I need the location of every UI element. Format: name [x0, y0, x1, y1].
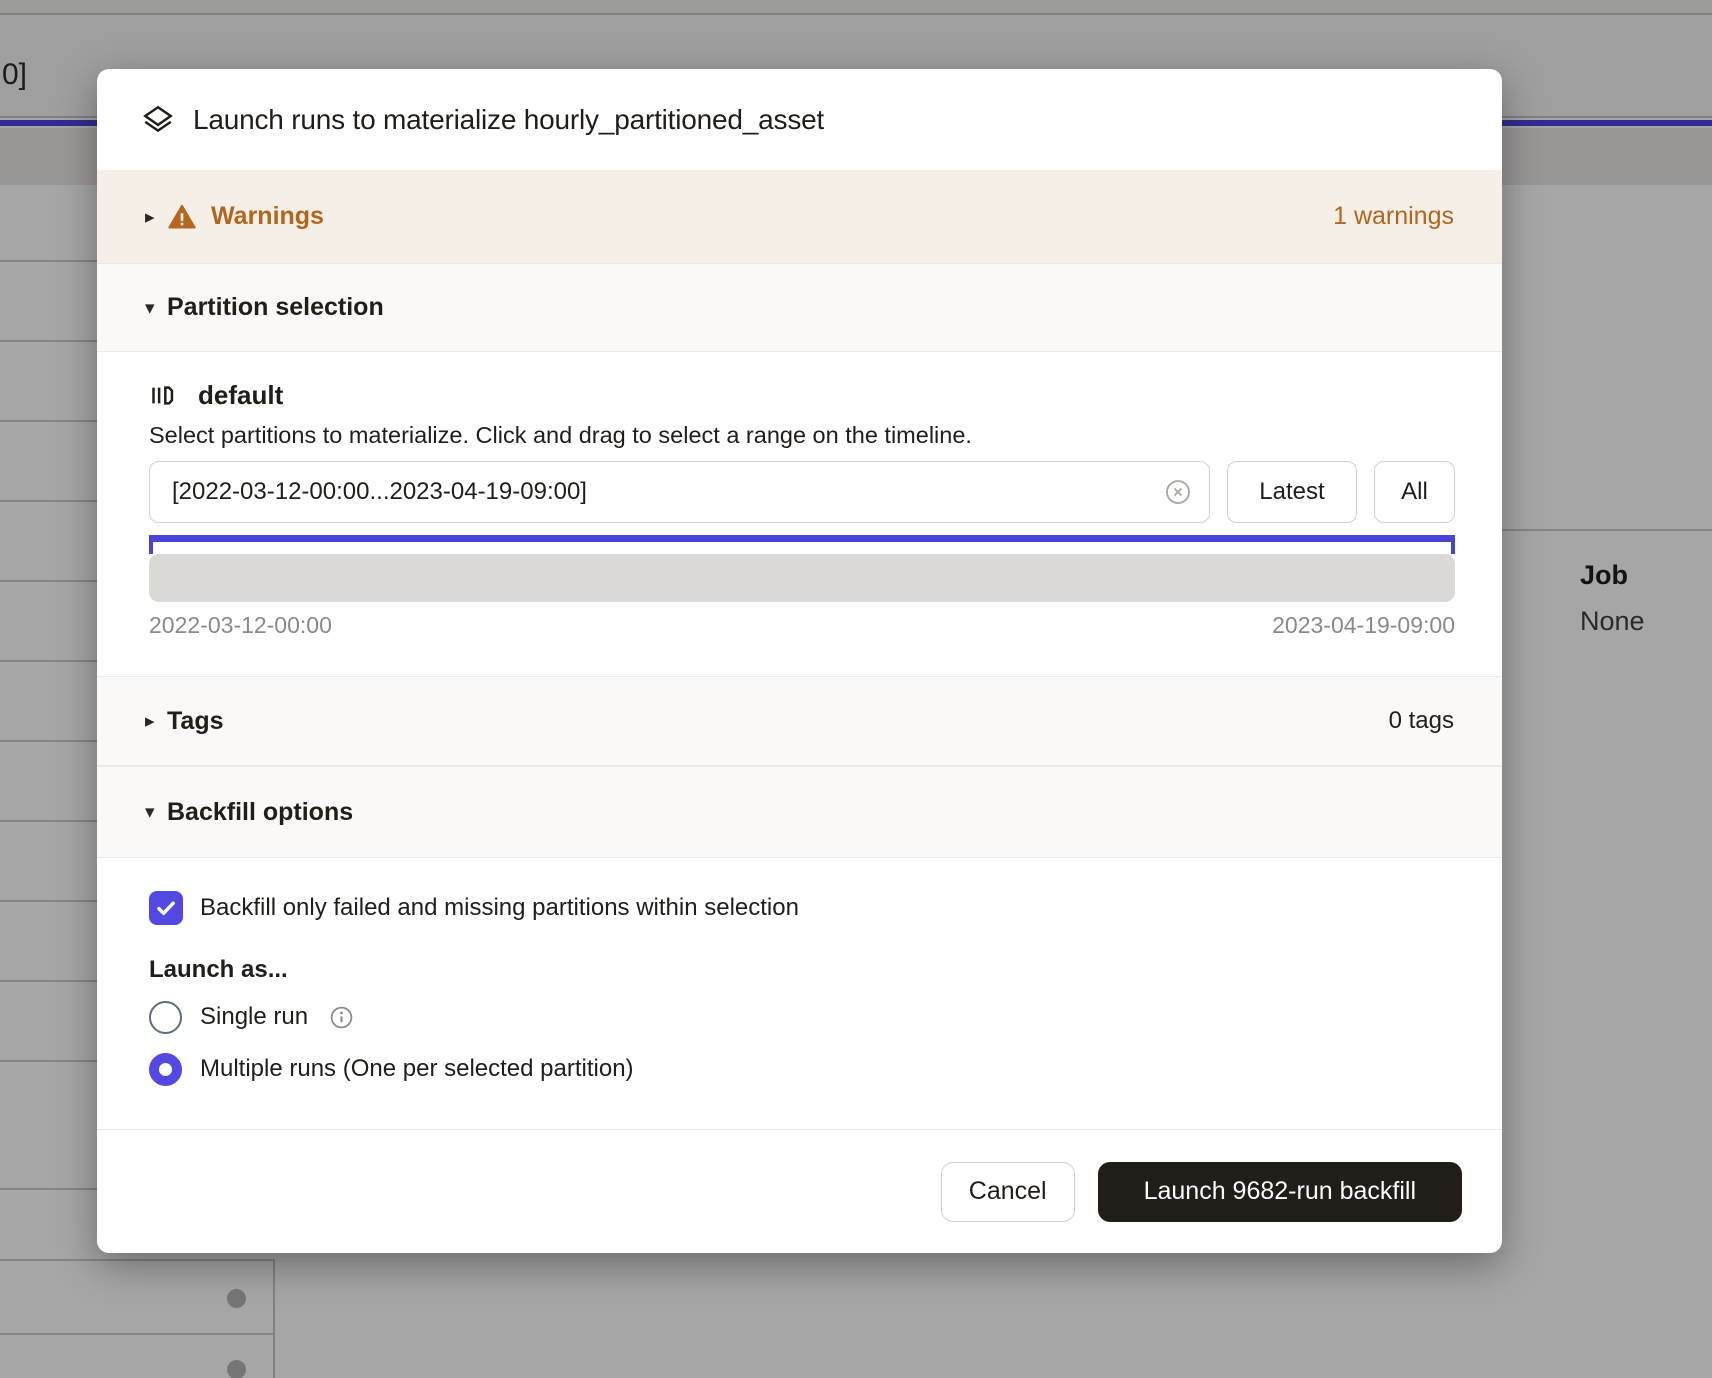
launch-backfill-button[interactable]: Launch 9682-run backfill [1098, 1162, 1462, 1222]
partition-selection-content: default Select partitions to materialize… [97, 352, 1502, 676]
selection-end-tick [1451, 535, 1455, 554]
clear-input-icon[interactable] [1163, 477, 1193, 507]
chevron-right-icon: ▸ [145, 206, 167, 228]
single-run-radio[interactable]: Single run [149, 1000, 1455, 1034]
single-run-label: Single run [200, 1003, 308, 1031]
dialog-header: Launch runs to materialize hourly_partit… [97, 69, 1502, 170]
tags-count: 0 tags [1389, 707, 1454, 735]
all-button[interactable]: All [1374, 461, 1455, 523]
partition-dimension-name: default [198, 380, 283, 411]
multiple-runs-radio[interactable]: Multiple runs (One per selected partitio… [149, 1052, 1455, 1086]
warning-triangle-icon [167, 202, 197, 232]
screen: 0] Job None [0, 0, 1712, 1378]
dialog-title: Launch runs to materialize hourly_partit… [193, 104, 824, 136]
multiple-runs-label: Multiple runs (One per selected partitio… [200, 1055, 634, 1083]
partition-help-text: Select partitions to materialize. Click … [149, 422, 1455, 452]
warnings-section-toggle[interactable]: ▸ Warnings 1 warnings [97, 170, 1502, 263]
partition-input-row: [2022-03-12-00:00...2023-04-19-09:00] La… [149, 461, 1455, 523]
checkbox-label: Backfill only failed and missing partiti… [200, 894, 799, 922]
tags-label: Tags [167, 707, 224, 736]
partition-selection-toggle[interactable]: ▾ Partition selection [97, 263, 1502, 352]
tags-section-toggle[interactable]: ▸ Tags 0 tags [97, 676, 1502, 766]
chevron-down-icon: ▾ [145, 801, 167, 823]
timeline-date-labels: 2022-03-12-00:00 2023-04-19-09:00 [149, 612, 1455, 639]
info-icon[interactable] [328, 1004, 355, 1031]
timeline-end-label: 2023-04-19-09:00 [1272, 612, 1455, 639]
partition-selection-label: Partition selection [167, 293, 384, 322]
backfill-options-label: Backfill options [167, 798, 353, 827]
warnings-label: Warnings [211, 202, 324, 231]
asset-layers-icon [141, 103, 175, 137]
warnings-count: 1 warnings [1333, 202, 1454, 231]
checkbox-checked-icon [149, 891, 183, 925]
timeline-start-label: 2022-03-12-00:00 [149, 612, 332, 639]
partition-set-icon [149, 382, 176, 409]
launch-backfill-dialog: Launch runs to materialize hourly_partit… [97, 69, 1502, 1253]
selection-start-tick [149, 535, 153, 554]
backfill-options-toggle[interactable]: ▾ Backfill options [97, 766, 1502, 858]
chevron-right-icon: ▸ [145, 710, 167, 732]
latest-button[interactable]: Latest [1227, 461, 1357, 523]
partition-range-value: [2022-03-12-00:00...2023-04-19-09:00] [172, 478, 1163, 506]
radio-selected-icon [149, 1053, 182, 1086]
radio-unselected-icon [149, 1001, 182, 1034]
chevron-down-icon: ▾ [145, 297, 167, 319]
selection-range-bar[interactable] [149, 535, 1455, 542]
cancel-button[interactable]: Cancel [941, 1162, 1075, 1222]
launch-as-label: Launch as... [149, 956, 1455, 984]
backfill-only-failed-checkbox[interactable]: Backfill only failed and missing partiti… [149, 890, 1455, 925]
partition-dimension-row: default [149, 378, 1455, 412]
partition-range-input[interactable]: [2022-03-12-00:00...2023-04-19-09:00] [149, 461, 1210, 523]
backfill-options-content: Backfill only failed and missing partiti… [97, 858, 1502, 1129]
dialog-footer: Cancel Launch 9682-run backfill [97, 1129, 1502, 1253]
partition-timeline[interactable] [149, 554, 1455, 602]
